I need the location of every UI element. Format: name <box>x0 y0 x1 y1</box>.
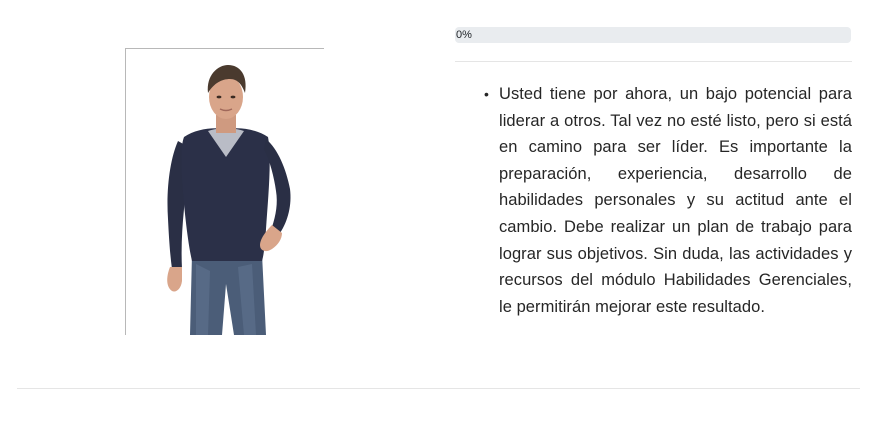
avatar-image <box>125 48 324 335</box>
list-item: • Usted tiene por ahora, un bajo potenci… <box>484 81 852 320</box>
page: 0% • Usted tiene por ahora, un bajo pote… <box>0 0 878 424</box>
progress-label: 0% <box>456 29 472 41</box>
divider <box>17 388 860 389</box>
avatar-figure-icon <box>167 65 291 335</box>
bullet-icon: • <box>484 86 489 102</box>
result-list: • Usted tiene por ahora, un bajo potenci… <box>484 81 852 320</box>
divider <box>455 61 852 62</box>
progress-bar: 0% <box>455 27 851 43</box>
result-text: Usted tiene por ahora, un bajo potencial… <box>499 85 852 316</box>
